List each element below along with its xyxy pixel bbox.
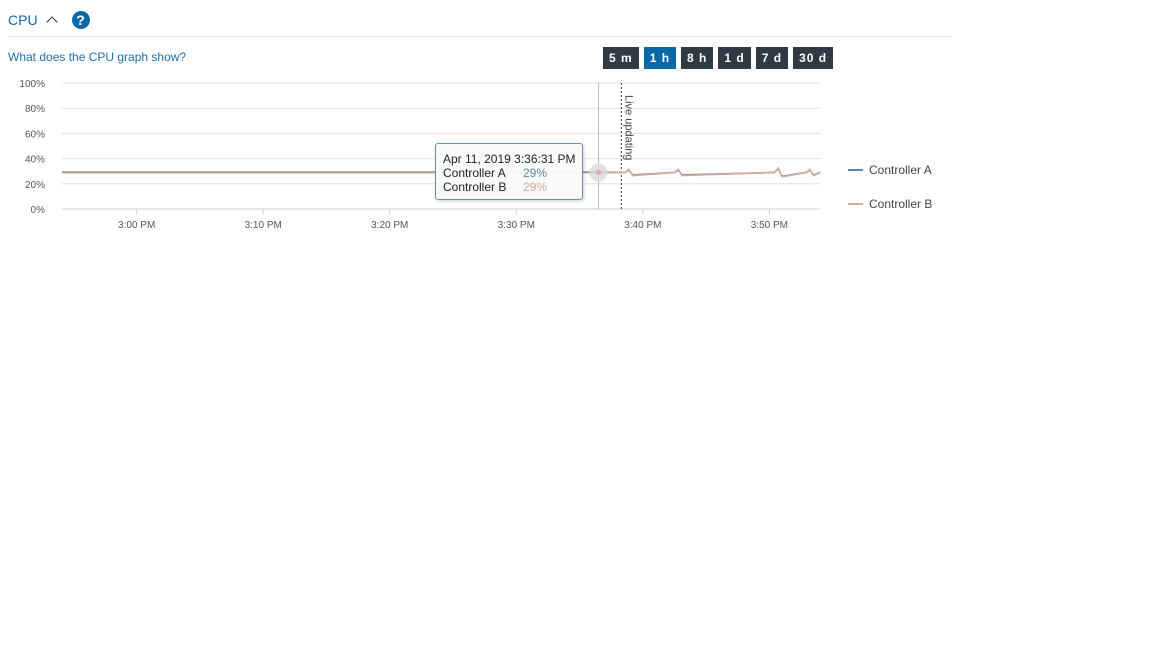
legend-label: Controller B bbox=[869, 197, 933, 211]
live-label: Live updating bbox=[622, 95, 634, 160]
legend-item-controller-b[interactable]: Controller B bbox=[848, 197, 932, 211]
x-tick-label: 3:00 PM bbox=[118, 220, 155, 231]
tooltip-value: 29% bbox=[523, 166, 548, 180]
tooltip-name: Controller A bbox=[443, 166, 506, 180]
legend-swatch bbox=[848, 169, 863, 171]
x-tick-label: 3:20 PM bbox=[371, 220, 408, 231]
x-tick-label: 3:40 PM bbox=[624, 220, 661, 231]
legend-item-controller-a[interactable]: Controller A bbox=[848, 163, 932, 177]
y-tick-label: 0% bbox=[31, 205, 46, 216]
tooltip: Apr 11, 2019 3:36:31 PM Controller A 29% … bbox=[435, 143, 583, 200]
cpu-chart: 0% 20% 40% 60% 80% 100% 3:00 PM 3:10 PM 3:20 PM 3… bbox=[19, 79, 821, 231]
y-tick-label: 60% bbox=[25, 129, 45, 140]
x-tick-label: 3:30 PM bbox=[498, 220, 535, 231]
tooltip-time: Apr 11, 2019 3:36:31 PM bbox=[443, 152, 576, 166]
y-tick-label: 80% bbox=[25, 104, 45, 115]
y-tick-label: 20% bbox=[25, 180, 45, 191]
x-tick-label: 3:10 PM bbox=[245, 220, 282, 231]
tooltip-value: 29% bbox=[523, 180, 548, 194]
y-tick-label: 100% bbox=[19, 79, 45, 90]
y-tick-label: 40% bbox=[25, 155, 45, 166]
tooltip-row-b: Controller B 29% bbox=[443, 180, 582, 194]
legend-swatch bbox=[848, 203, 863, 205]
tooltip-row-a: Controller A 29% bbox=[443, 166, 582, 180]
hover-point bbox=[596, 169, 602, 175]
legend-label: Controller A bbox=[869, 163, 932, 177]
x-tick-label: 3:50 PM bbox=[751, 220, 788, 231]
tooltip-name: Controller B bbox=[443, 180, 507, 194]
